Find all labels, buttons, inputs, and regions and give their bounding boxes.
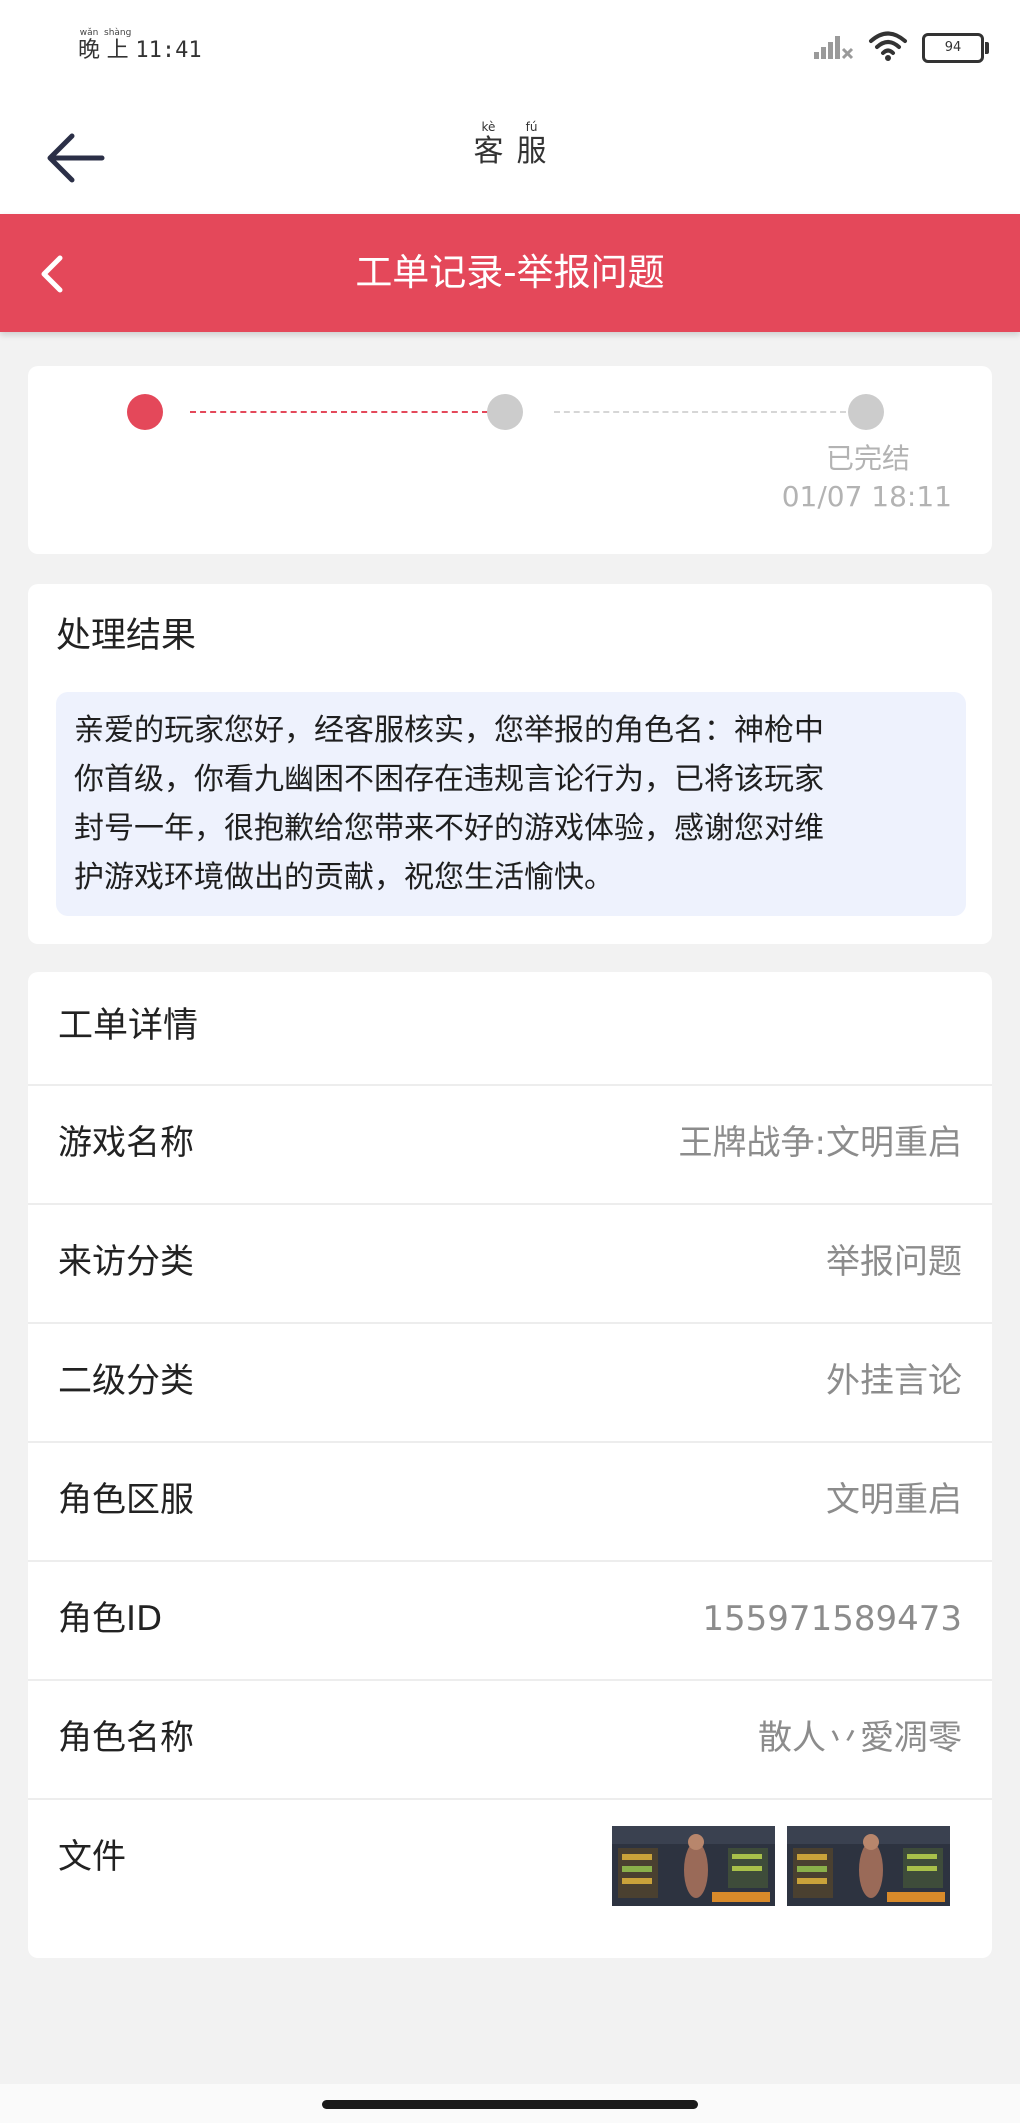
step-status-text: 已完结 bbox=[825, 442, 910, 475]
nav-bar: 工单记录-举报问题 bbox=[0, 214, 1020, 332]
detail-row-visit-category: 来访分类 举报问题 bbox=[28, 1203, 992, 1324]
step-final-label: 已完结 01/07 18:11 bbox=[652, 440, 952, 516]
time-char-2: shàng 上 bbox=[104, 28, 131, 64]
detail-label: 游戏名称 bbox=[58, 1123, 194, 1163]
file-thumbnail[interactable] bbox=[787, 1826, 950, 1906]
step-dot-pending bbox=[487, 394, 523, 430]
detail-label: 角色区服 bbox=[58, 1480, 194, 1520]
detail-value: 王牌战争:文明重启 bbox=[678, 1123, 962, 1163]
detail-row-server: 角色区服 文明重启 bbox=[28, 1441, 992, 1562]
status-time: wǎn 晚 shàng 上 11:41 bbox=[78, 28, 202, 68]
home-indicator[interactable] bbox=[322, 2100, 698, 2109]
wifi-icon bbox=[868, 30, 908, 66]
battery-icon: 94 bbox=[922, 33, 989, 63]
app-title: kè 客 fú 服 bbox=[0, 120, 1020, 170]
detail-row-role-id: 角色ID 155971589473 bbox=[28, 1560, 992, 1681]
detail-value: 散人丷愛凋零 bbox=[758, 1718, 962, 1758]
result-line: 封号一年，很抱歉给您带来不好的游戏体验，感谢您对维 bbox=[74, 811, 824, 846]
file-thumbnail[interactable] bbox=[612, 1826, 775, 1906]
detail-label: 角色名称 bbox=[58, 1718, 194, 1758]
pinyin: shàng bbox=[104, 28, 132, 38]
detail-value: 文明重启 bbox=[826, 1480, 962, 1520]
step-connector-active bbox=[190, 411, 488, 413]
detail-value: 举报问题 bbox=[826, 1242, 962, 1282]
detail-row-role-name: 角色名称 散人丷愛凋零 bbox=[28, 1679, 992, 1800]
detail-row-game-name: 游戏名称 王牌战争:文明重启 bbox=[28, 1084, 992, 1205]
detail-card: 工单详情 游戏名称 王牌战争:文明重启 来访分类 举报问题 二级分类 外挂言论 … bbox=[28, 972, 992, 1958]
title-char: 客 bbox=[473, 134, 504, 169]
status-bar: wǎn 晚 shàng 上 11:41 94 bbox=[0, 0, 1020, 96]
app-header: kè 客 fú 服 bbox=[0, 96, 1020, 214]
result-card: 处理结果 亲爱的玩家您好，经客服核实，您举报的角色名：神枪中 你首级，你看九幽困… bbox=[28, 584, 992, 944]
file-thumbnails bbox=[612, 1826, 950, 1906]
detail-value: 外挂言论 bbox=[826, 1361, 962, 1401]
detail-value: 155971589473 bbox=[702, 1599, 962, 1639]
pinyin: kè bbox=[481, 120, 496, 134]
step-connector-pending bbox=[554, 411, 846, 413]
clock: 11:41 bbox=[135, 38, 202, 63]
pinyin: wǎn bbox=[79, 28, 99, 38]
detail-row-files: 文件 bbox=[28, 1798, 992, 1950]
page-title: 工单记录-举报问题 bbox=[355, 251, 665, 294]
detail-label: 来访分类 bbox=[58, 1242, 194, 1282]
step-dot-active bbox=[127, 394, 163, 430]
progress-card: 已完结 01/07 18:11 bbox=[28, 366, 992, 554]
detail-label: 文件 bbox=[58, 1837, 126, 1877]
time-char: 晚 bbox=[78, 38, 101, 63]
detail-title: 工单详情 bbox=[58, 1006, 199, 1046]
detail-label: 二级分类 bbox=[58, 1361, 194, 1401]
result-line: 亲爱的玩家您好，经客服核实，您举报的角色名：神枪中 bbox=[74, 713, 824, 748]
signal-icon bbox=[812, 32, 854, 64]
detail-row-sub-category: 二级分类 外挂言论 bbox=[28, 1322, 992, 1443]
result-line: 你首级，你看九幽困不困存在违规言论行为，已将该玩家 bbox=[74, 762, 824, 797]
title-char-1: kè 客 bbox=[473, 120, 503, 170]
title-char-2: fú 服 bbox=[517, 120, 547, 170]
result-title: 处理结果 bbox=[56, 616, 197, 656]
time-char-1: wǎn 晚 bbox=[78, 28, 100, 64]
step-dot-final bbox=[848, 394, 884, 430]
step-time: 01/07 18:11 bbox=[781, 480, 952, 513]
detail-label: 角色ID bbox=[58, 1599, 163, 1639]
time-char: 上 bbox=[106, 38, 129, 63]
result-line: 护游戏环境做出的贡献，祝您生活愉快。 bbox=[74, 860, 614, 895]
result-message: 亲爱的玩家您好，经客服核实，您举报的角色名：神枪中 你首级，你看九幽困不困存在违… bbox=[56, 692, 966, 916]
status-icons: 94 bbox=[812, 30, 989, 66]
pinyin: fú bbox=[525, 120, 538, 134]
title-char: 服 bbox=[516, 134, 547, 169]
